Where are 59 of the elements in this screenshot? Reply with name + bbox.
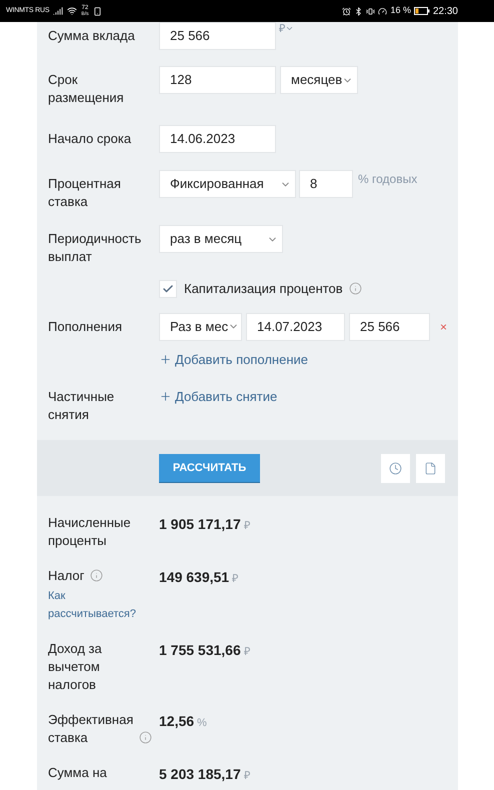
result-value: 1 905 171,17 [159,515,241,534]
phone-icon [92,6,102,16]
add-link[interactable]: Добавить снятие [159,387,278,406]
signal-icon [53,6,64,16]
input-field[interactable]: 8 [299,170,353,198]
document-icon [424,462,437,474]
info-icon [139,731,152,744]
rate-unit: % годовых [358,171,418,188]
result-label: Доход за вычетом налогов [48,640,103,694]
result-label: Сумма на [48,764,107,782]
add-link[interactable]: Добавить пополнение [159,350,308,369]
clock-time: 22:30 [432,4,458,18]
alarm-icon [342,6,352,16]
result-value: 12,56 [159,712,194,731]
select-dropdown[interactable]: месяцев [280,66,358,94]
field-label: Сумма вклада [48,27,136,45]
field-label: Периодичность выплат [48,230,142,266]
result-value: 149 639,51 [159,568,230,587]
bluetooth-icon [354,6,364,16]
battery-percent: 16 % [390,4,411,18]
battery-icon [414,7,430,15]
input-field[interactable]: 25 566 [159,22,276,50]
result-value: 5 203 185,17 [159,765,241,784]
select-dropdown[interactable]: Раз в мес [159,312,242,340]
result-value: 1 755 531,66 [159,641,241,660]
checkbox-label: Капитализация процентов [184,280,343,298]
info-icon [348,282,362,296]
result-unit: % [197,716,207,731]
field-label: Начало срока [48,130,132,148]
result-unit: ₽ [244,519,250,534]
plus-icon [159,390,172,404]
result-label: Эффективная ставка [48,711,134,747]
input-field[interactable]: 25 566 [349,312,430,340]
field-label: Срок размещения [48,71,125,107]
select-dropdown[interactable]: Фиксированная [159,170,296,198]
clock-icon [389,462,402,474]
input-field[interactable]: 14.07.2023 [246,312,345,340]
info-icon [90,569,104,582]
input-field[interactable]: 128 [159,66,276,94]
result-unit: ₽ [244,645,250,660]
result-label: Налог [48,567,84,585]
history-button[interactable] [381,454,410,482]
input-field[interactable]: 14.06.2023 [159,125,276,153]
field-label: Процентная ставка [48,175,122,211]
vibrate-icon [366,6,376,16]
wifi-icon [67,6,78,16]
gauge-icon [378,6,388,16]
result-unit: ₽ [244,769,250,784]
field-label: Частичные снятия [48,388,116,424]
check-icon [162,282,174,295]
result-unit: ₽ [232,572,238,587]
field-label: Пополнения [48,318,124,336]
plus-icon [159,352,172,366]
caret-icon [285,24,294,33]
how-calculated-link[interactable]: Как рассчитывается? [48,587,147,623]
result-label: Начисленные проценты [48,514,132,550]
checkbox[interactable] [159,280,177,298]
select-dropdown[interactable]: раз в месяц [159,225,283,253]
document-button[interactable] [416,454,445,482]
